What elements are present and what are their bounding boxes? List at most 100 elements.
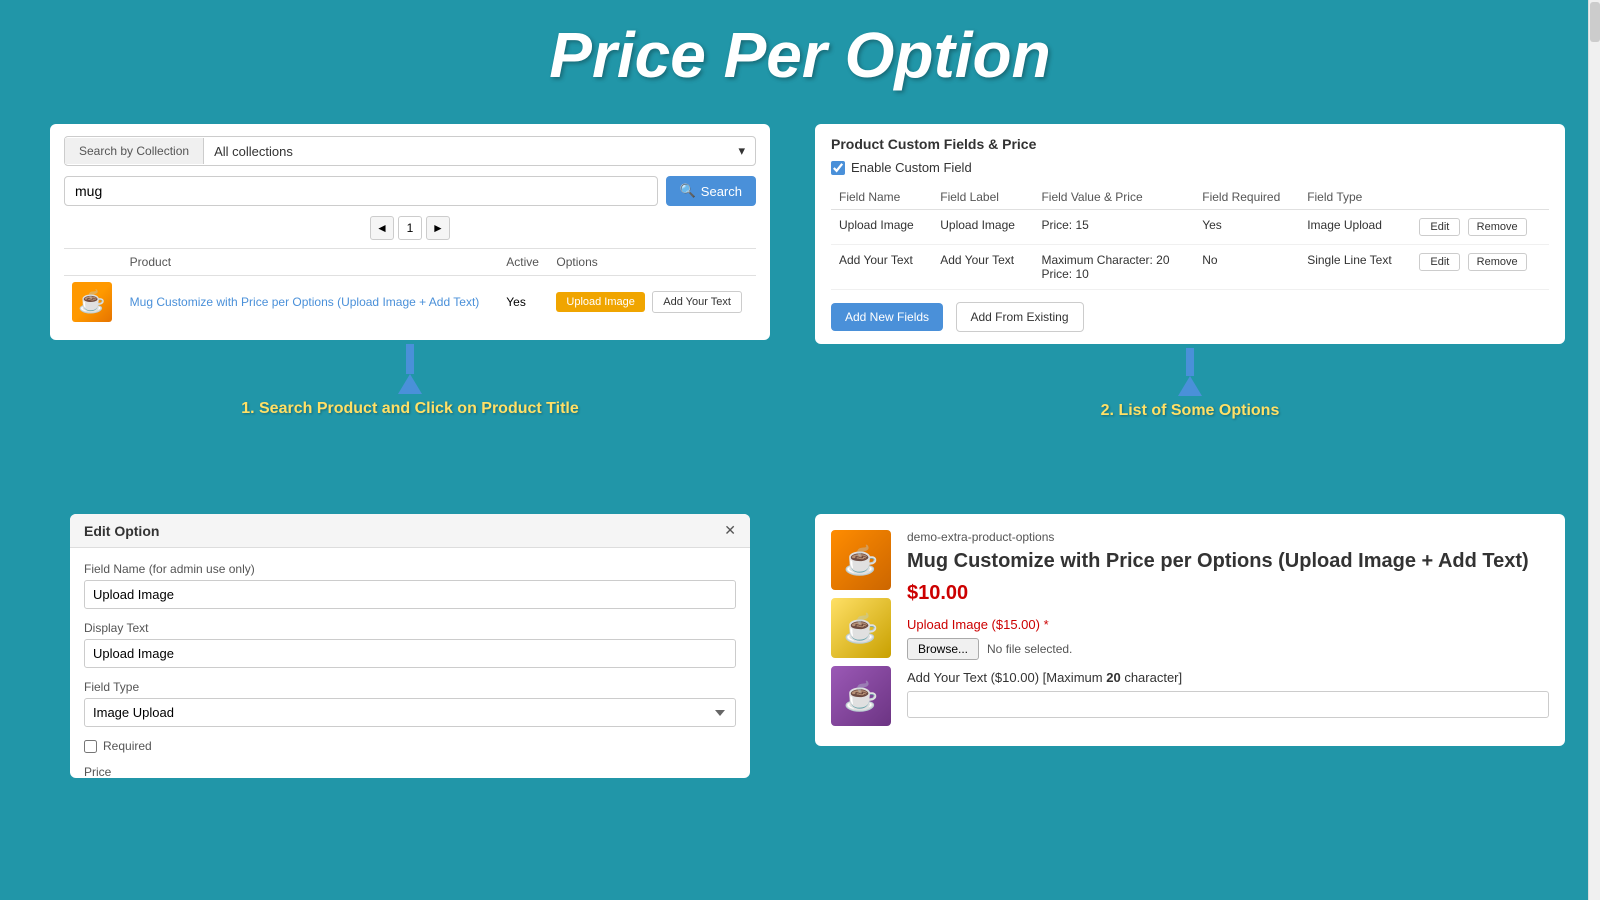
browse-button[interactable]: Browse... [907,638,979,660]
fields-table: Field Name Field Label Field Value & Pri… [831,185,1549,290]
col-header-options: Options [548,249,756,276]
remove-field-2-button[interactable]: Remove [1468,253,1527,271]
caption-2: 2. List of Some Options [1101,402,1280,420]
panel-search: Search by Collection All collections ▾ 🔍… [50,124,770,340]
display-text-label: Display Text [84,621,736,635]
field-required-2: No [1194,245,1299,290]
search-input[interactable] [64,176,658,206]
preview-upload-label: Upload Image ($15.00) * [907,617,1549,632]
arrow-1 [398,344,422,394]
col-header-active: Active [498,249,548,276]
search-icon: 🔍 [680,183,696,199]
add-from-existing-button[interactable]: Add From Existing [956,302,1084,332]
edit-field-1-button[interactable]: Edit [1419,218,1460,236]
modal-close-button[interactable]: ✕ [724,522,736,539]
panel-fields-title: Product Custom Fields & Price [831,136,1549,152]
search-button[interactable]: 🔍 Search [666,176,756,206]
modal-title: Edit Option [84,523,159,539]
text-input-preview[interactable] [907,691,1549,718]
field-name-label: Field Name (for admin use only) [84,562,736,576]
field-name-input[interactable] [84,580,736,609]
product-options-cell: Upload Image Add Your Text [548,276,756,329]
required-checkbox[interactable] [84,740,97,753]
pagination: ◄ 1 ► [64,216,756,240]
chevron-down-icon: ▾ [738,143,745,159]
collection-select[interactable]: All collections ▾ [204,137,755,165]
mug-3-icon: ☕ [844,680,879,713]
arrow-head-1 [398,374,422,394]
product-name-cell: Mug Customize with Price per Options (Up… [122,276,499,329]
arrow-shaft-2 [1186,348,1194,376]
col-field-label: Field Label [932,185,1033,210]
mug-thumb-2: ☕ [831,598,891,658]
panel-preview: ☕ ☕ ☕ demo-extra-product-options Mug Cus… [815,514,1565,746]
field-type-select[interactable]: Image Upload [84,698,736,727]
field-type-label: Field Type [84,680,736,694]
display-text-input[interactable] [84,639,736,668]
field-type-1: Image Upload [1299,210,1411,245]
arrow-2 [1178,348,1202,396]
required-label: Required [103,739,152,753]
required-asterisk: * [1044,617,1049,632]
col-field-value: Field Value & Price [1033,185,1194,210]
collection-tab-label: Search by Collection [65,138,204,164]
form-field-name: Field Name (for admin use only) [84,562,736,609]
collection-row: Search by Collection All collections ▾ [64,136,756,166]
max-char-bold: 20 [1106,670,1120,685]
enable-custom-field-label: Enable Custom Field [851,160,972,175]
panel-search-area: Search by Collection All collections ▾ 🔍… [20,114,800,504]
add-new-fields-button[interactable]: Add New Fields [831,303,943,331]
field-row-1: Upload Image Upload Image Price: 15 Yes … [831,210,1549,245]
mug-2-icon: ☕ [844,612,879,645]
caption-1: 1. Search Product and Click on Product T… [241,400,579,418]
product-link[interactable]: Mug Customize with Price per Options (Up… [130,295,480,309]
browse-row: Browse... No file selected. [907,638,1549,660]
mug-1-icon: ☕ [844,544,879,577]
next-page-button[interactable]: ► [426,216,450,240]
field-type-2: Single Line Text [1299,245,1411,290]
field-required-1: Yes [1194,210,1299,245]
panel-fields-area: Product Custom Fields & Price Enable Cus… [800,114,1580,504]
panel-edit: Edit Option ✕ Field Name (for admin use … [70,514,750,778]
preview-store: demo-extra-product-options [907,530,1549,544]
panel-edit-area: Edit Option ✕ Field Name (for admin use … [20,504,800,894]
col-field-required: Field Required [1194,185,1299,210]
preview-price: $10.00 [907,582,1549,605]
product-active-cell: Yes [498,276,548,329]
preview-header: ☕ ☕ ☕ demo-extra-product-options Mug Cus… [831,530,1549,726]
col-header-product [64,249,122,276]
add-text-button[interactable]: Add Your Text [652,291,742,313]
edit-field-2-button[interactable]: Edit [1419,253,1460,271]
arrow-shaft-1 [406,344,414,374]
form-display-text: Display Text [84,621,736,668]
no-file-text: No file selected. [987,642,1072,656]
field-actions-2: Edit Remove [1411,245,1549,290]
col-actions [1411,185,1549,210]
col-header-product-name: Product [122,249,499,276]
modal-body: Field Name (for admin use only) Display … [70,548,750,778]
form-field-type: Field Type Image Upload [84,680,736,727]
mug-col: ☕ ☕ ☕ [831,530,891,726]
field-value-1: Price: 15 [1033,210,1194,245]
mug-image: ☕ [78,289,105,315]
product-thumbnail: ☕ [72,282,112,322]
arrow-head-2 [1178,376,1202,396]
preview-text-field-label: Add Your Text ($10.00) [Maximum 20 chara… [907,670,1549,685]
enable-custom-field-checkbox[interactable] [831,161,845,175]
upload-image-button[interactable]: Upload Image [556,292,645,312]
field-row-2: Add Your Text Add Your Text Maximum Char… [831,245,1549,290]
product-thumb-cell: ☕ [64,276,122,329]
prev-page-button[interactable]: ◄ [370,216,394,240]
modal-body-container: Field Name (for admin use only) Display … [70,548,750,778]
modal-header: Edit Option ✕ [70,514,750,548]
fields-action-row: Add New Fields Add From Existing [831,302,1549,332]
mug-thumb-1: ☕ [831,530,891,590]
panel-fields: Product Custom Fields & Price Enable Cus… [815,124,1565,344]
field-label-2: Add Your Text [932,245,1033,290]
col-field-type: Field Type [1299,185,1411,210]
page-title: Price Per Option [0,18,1600,92]
remove-field-1-button[interactable]: Remove [1468,218,1527,236]
page-header: Price Per Option [0,0,1600,104]
mug-thumb-3: ☕ [831,666,891,726]
field-label-1: Upload Image [932,210,1033,245]
